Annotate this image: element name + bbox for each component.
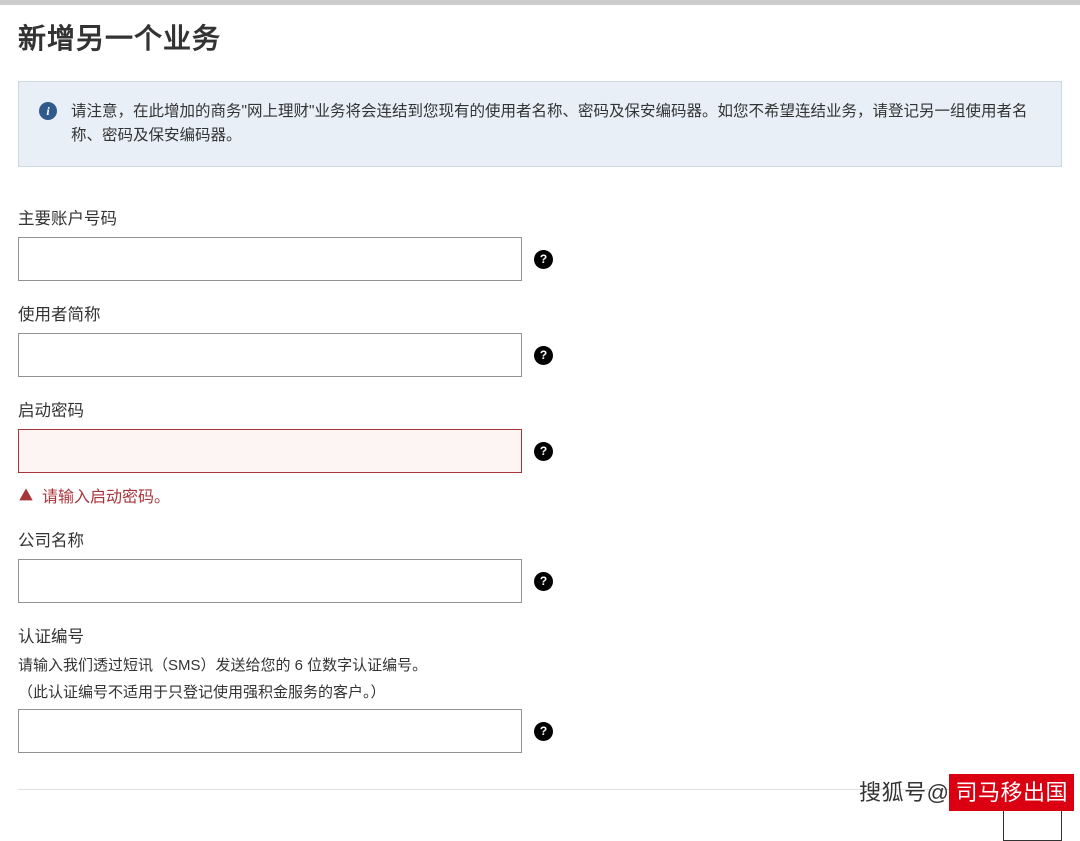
field-activation-password: 启动密码 ? 请输入启动密码。: [18, 397, 1062, 507]
help-icon[interactable]: ?: [534, 346, 553, 365]
help-icon[interactable]: ?: [534, 250, 553, 269]
user-alias-label: 使用者简称: [18, 301, 1062, 325]
activation-password-error: 请输入启动密码。: [18, 483, 1062, 507]
account-input[interactable]: [18, 237, 522, 281]
activation-password-input[interactable]: [18, 429, 522, 473]
help-icon[interactable]: ?: [534, 442, 553, 461]
field-account: 主要账户号码 ?: [18, 205, 1062, 281]
error-text: 请输入启动密码。: [42, 483, 170, 507]
field-auth-code: 认证编号 请输入我们透过短讯（SMS）发送给您的 6 位数字认证编号。 （此认证…: [18, 623, 1062, 753]
page-title: 新增另一个业务: [18, 17, 1062, 57]
user-alias-input[interactable]: [18, 333, 522, 377]
account-label: 主要账户号码: [18, 205, 1062, 229]
field-user-alias: 使用者简称 ?: [18, 301, 1062, 377]
help-icon[interactable]: ?: [534, 722, 553, 741]
company-name-label: 公司名称: [18, 527, 1062, 551]
secondary-button[interactable]: [1003, 806, 1062, 841]
info-icon: i: [39, 102, 57, 120]
auth-code-input[interactable]: [18, 709, 522, 753]
warning-icon: [18, 487, 34, 503]
footer-actions: [18, 790, 1062, 841]
activation-password-label: 启动密码: [18, 397, 1062, 421]
auth-code-help-1: 请输入我们透过短讯（SMS）发送给您的 6 位数字认证编号。: [18, 655, 1062, 676]
company-name-input[interactable]: [18, 559, 522, 603]
field-company-name: 公司名称 ?: [18, 527, 1062, 603]
notice-box: i 请注意，在此增加的商务"网上理财"业务将会连结到您现有的使用者名称、密码及保…: [18, 81, 1062, 167]
notice-text: 请注意，在此增加的商务"网上理财"业务将会连结到您现有的使用者名称、密码及保安编…: [71, 100, 1041, 148]
auth-code-help-2: （此认证编号不适用于只登记使用强积金服务的客户。）: [18, 682, 1062, 703]
help-icon[interactable]: ?: [534, 572, 553, 591]
form-container: 新增另一个业务 i 请注意，在此增加的商务"网上理财"业务将会连结到您现有的使用…: [0, 5, 1080, 841]
auth-code-label: 认证编号: [18, 623, 1062, 647]
